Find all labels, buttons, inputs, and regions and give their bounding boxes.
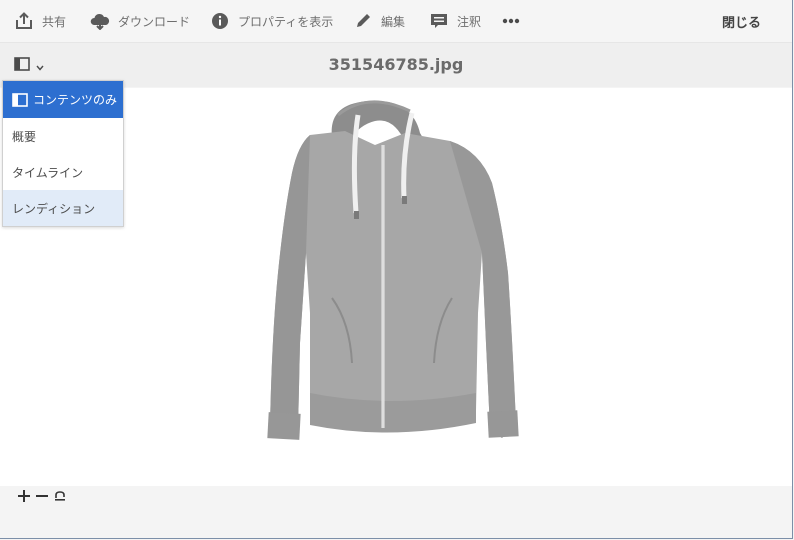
info-icon (210, 11, 230, 31)
zoom-out-button[interactable] (34, 488, 50, 504)
menu-item-label: コンテンツのみ (33, 93, 118, 107)
rail-view-menu: コンテンツのみ 概要 タイムライン レンディション (2, 80, 124, 227)
menu-item-label: レンディション (12, 201, 96, 216)
menu-item-overview[interactable]: 概要 (3, 118, 123, 154)
reset-zoom-icon (54, 487, 66, 506)
more-actions-button[interactable] (501, 0, 521, 42)
pencil-icon (353, 11, 373, 31)
file-title: 351546785.jpg (328, 55, 464, 74)
menu-item-timeline[interactable]: タイムライン (3, 154, 123, 190)
menu-item-label: タイムライン (12, 165, 84, 180)
menu-item-label: 概要 (12, 129, 37, 144)
download-label: ダウンロード (118, 14, 191, 29)
plus-icon (18, 487, 30, 506)
more-icon (501, 11, 521, 31)
zoom-bar (0, 486, 792, 538)
close-button[interactable]: 閉じる (722, 0, 761, 42)
annotate-label: 注釈 (457, 14, 482, 29)
edit-button[interactable]: 編集 (353, 0, 405, 42)
share-button[interactable]: 共有 (14, 0, 66, 42)
menu-item-content-only[interactable]: コンテンツのみ (3, 81, 123, 118)
action-bar: 共有 ダウンロード プロパティを表示 編集 注釈 閉じる (0, 0, 792, 43)
annotate-button[interactable]: 注釈 (429, 0, 481, 42)
minus-icon (36, 487, 48, 506)
asset-image[interactable] (240, 93, 554, 474)
download-button[interactable]: ダウンロード (90, 0, 190, 42)
zoom-in-button[interactable] (16, 488, 32, 504)
view-properties-button[interactable]: プロパティを表示 (210, 0, 333, 42)
cloud-download-icon (90, 11, 110, 31)
annotation-icon (429, 11, 449, 31)
edit-label: 編集 (381, 14, 406, 29)
asset-viewer-window: 共有 ダウンロード プロパティを表示 編集 注釈 閉じる 351546785.j… (0, 0, 793, 539)
menu-item-renditions[interactable]: レンディション (3, 190, 123, 226)
sidebar-panel-icon (12, 92, 28, 107)
view-properties-label: プロパティを表示 (238, 14, 334, 29)
reset-zoom-button[interactable] (52, 488, 68, 504)
share-icon (14, 11, 34, 31)
share-label: 共有 (42, 14, 67, 29)
